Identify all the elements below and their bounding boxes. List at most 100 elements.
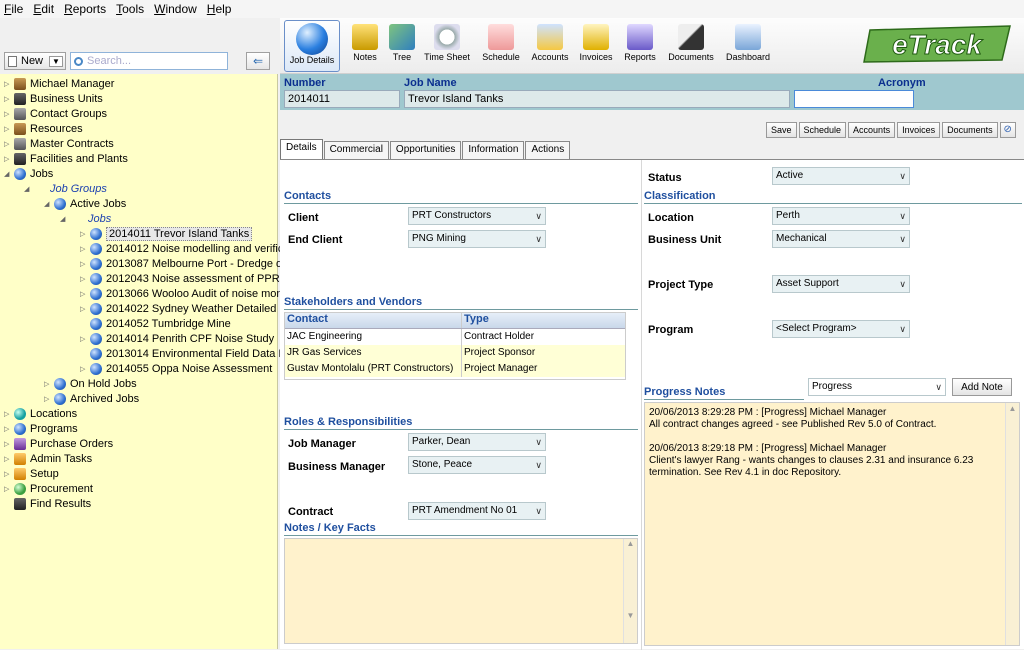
contract-select[interactable]: PRT Amendment No 01: [408, 502, 546, 520]
new-label: New: [21, 55, 44, 67]
column-type[interactable]: Type: [461, 313, 625, 328]
tree-item-job-2012043[interactable]: ▷ 2012043 Noise assessment of PPR r: [80, 271, 286, 286]
invoices-button[interactable]: Invoices: [576, 20, 616, 72]
accounts-button[interactable]: Accounts: [528, 20, 572, 72]
tree-item-job-2014022[interactable]: ▷ 2014022 Sydney Weather Detailed D: [80, 301, 287, 316]
main-toolbar: Job Details Notes Tree Time Sheet Schedu…: [280, 18, 1024, 74]
chevron-down-icon: [535, 208, 542, 224]
tree-item-programs[interactable]: ▷ Programs: [4, 421, 78, 436]
tree-item-job-2014014[interactable]: ▷ 2014014 Penrith CPF Noise Study: [80, 331, 274, 346]
time-sheet-button[interactable]: Time Sheet: [422, 20, 472, 72]
tree-item-job-groups[interactable]: ◢ Job Groups: [24, 181, 107, 196]
number-field[interactable]: 2014011: [284, 90, 400, 108]
tree-item-job-2013087[interactable]: ▷ 2013087 Melbourne Port - Dredge de: [80, 256, 288, 271]
invoices-icon: [583, 24, 609, 50]
tree-item-purchase-orders[interactable]: ▷ Purchase Orders: [4, 436, 113, 451]
client-select[interactable]: PRT Constructors: [408, 207, 546, 225]
new-document-icon: [8, 55, 17, 67]
job-header: Number 2014011 Job Name Trevor Island Ta…: [280, 74, 1024, 110]
globe-icon: [90, 332, 102, 345]
tree-item-on-hold-jobs[interactable]: ▷ On Hold Jobs: [44, 376, 137, 391]
tab-commercial[interactable]: Commercial: [323, 141, 389, 159]
admin-icon: [14, 452, 26, 465]
progress-notes-list[interactable]: 20/06/2013 8:29:28 PM : [Progress] Micha…: [644, 402, 1020, 646]
tree-item-job-2014011[interactable]: ▷ 2014011 Trevor Island Tanks: [80, 226, 253, 241]
job-details-button[interactable]: Job Details: [284, 20, 340, 72]
table-row[interactable]: JAC Engineering Contract Holder: [285, 329, 625, 345]
add-note-button[interactable]: Add Note: [952, 378, 1012, 396]
tree-item-locations[interactable]: ▷ Locations: [4, 406, 77, 421]
progress-filter-select[interactable]: Progress: [808, 378, 946, 396]
documents-action-button[interactable]: Documents: [942, 122, 998, 138]
scrollbar[interactable]: ▲ ▼: [623, 539, 637, 643]
acronym-field[interactable]: [794, 90, 914, 108]
program-select[interactable]: <Select Program>: [772, 320, 910, 338]
tree-item-job-2014012[interactable]: ▷ 2014012 Noise modelling and verifica: [80, 241, 289, 256]
globe-icon: [90, 257, 102, 270]
notes-textarea[interactable]: ▲ ▼: [284, 538, 638, 644]
tree-item-setup[interactable]: ▷ Setup: [4, 466, 59, 481]
tree-item-jobs-folder[interactable]: ◢ Jobs: [60, 211, 111, 226]
tree-item-jobs[interactable]: ◢ Jobs: [4, 166, 53, 181]
menu-bar: File Edit Reports Tools Window Help: [0, 0, 1024, 18]
location-label: Location: [648, 212, 694, 224]
menu-file[interactable]: File: [4, 2, 23, 16]
tree-button[interactable]: Tree: [386, 20, 418, 72]
documents-button[interactable]: Documents: [664, 20, 718, 72]
chevron-down-icon[interactable]: ▼: [49, 55, 63, 67]
tree-item-job-2014055[interactable]: ▷ 2014055 Oppa Noise Assessment: [80, 361, 272, 376]
menu-edit[interactable]: Edit: [33, 2, 54, 16]
tab-opportunities[interactable]: Opportunities: [389, 141, 462, 159]
chevron-down-icon: [535, 457, 542, 473]
tree-item-resources[interactable]: ▷ Resources: [4, 121, 83, 136]
tree-item-admin-tasks[interactable]: ▷ Admin Tasks: [4, 451, 92, 466]
new-button[interactable]: New ▼: [4, 52, 66, 70]
tree-item-archived-jobs[interactable]: ▷ Archived Jobs: [44, 391, 139, 406]
table-row[interactable]: JR Gas Services Project Sponsor: [285, 345, 625, 361]
paperclip-icon[interactable]: ⊘: [999, 122, 1016, 138]
reports-button[interactable]: Reports: [620, 20, 660, 72]
tree-item-find-results[interactable]: ▷Find Results: [4, 496, 91, 511]
tree-item-job-2013066[interactable]: ▷ 2013066 Wooloo Audit of noise moni: [80, 286, 285, 301]
menu-tools[interactable]: Tools: [116, 2, 144, 16]
tree-item-facilities[interactable]: ▷ Facilities and Plants: [4, 151, 128, 166]
menu-window[interactable]: Window: [154, 2, 197, 16]
invoices-action-button[interactable]: Invoices: [897, 122, 941, 138]
business-manager-label: Business Manager: [288, 461, 386, 473]
dashboard-button[interactable]: Dashboard: [722, 20, 774, 72]
status-select[interactable]: Active: [772, 167, 910, 185]
tree-item-master-contracts[interactable]: ▷ Master Contracts: [4, 136, 114, 151]
back-arrow-icon: ⇐: [252, 54, 264, 68]
schedule-action-button[interactable]: Schedule: [798, 122, 847, 138]
tree-item-job-2014052[interactable]: ▷2014052 Tumbridge Mine: [80, 316, 231, 331]
acronym-label: Acronym: [878, 77, 926, 89]
save-button[interactable]: Save: [766, 122, 797, 138]
column-contact[interactable]: Contact: [285, 313, 461, 328]
scrollbar[interactable]: ▲: [1005, 403, 1019, 645]
tree-item-business-units[interactable]: ▷ Business Units: [4, 91, 103, 106]
end-client-select[interactable]: PNG Mining: [408, 230, 546, 248]
accounts-action-button[interactable]: Accounts: [848, 122, 896, 138]
jobname-field[interactable]: Trevor Island Tanks: [404, 90, 790, 108]
tab-information[interactable]: Information: [462, 141, 525, 159]
notes-button[interactable]: Notes: [346, 20, 384, 72]
tab-details[interactable]: Details: [280, 139, 323, 159]
menu-reports[interactable]: Reports: [64, 2, 106, 16]
business-manager-select[interactable]: Stone, Peace: [408, 456, 546, 474]
menu-help[interactable]: Help: [207, 2, 232, 16]
tree-item-contact-groups[interactable]: ▷ Contact Groups: [4, 106, 107, 121]
location-select[interactable]: Perth: [772, 207, 910, 225]
tree-item-job-2013014[interactable]: ▷2013014 Environmental Field Data Pr: [80, 346, 289, 361]
search-input[interactable]: Search...: [70, 52, 228, 70]
tree-item-active-jobs[interactable]: ◢ Active Jobs: [44, 196, 126, 211]
business-unit-select[interactable]: Mechanical: [772, 230, 910, 248]
tree-item-michael-manager[interactable]: ▷ Michael Manager: [4, 76, 114, 91]
tab-actions[interactable]: Actions: [525, 141, 571, 159]
tree-item-procurement[interactable]: ▷ Procurement: [4, 481, 93, 496]
project-type-select[interactable]: Asset Support: [772, 275, 910, 293]
table-row[interactable]: Gustav Montolalu (PRT Constructors) Proje…: [285, 361, 625, 377]
procurement-icon: [14, 482, 26, 495]
schedule-button[interactable]: Schedule: [478, 20, 524, 72]
job-manager-select[interactable]: Parker, Dean: [408, 433, 546, 451]
back-arrow-button[interactable]: ⇐: [246, 52, 270, 70]
